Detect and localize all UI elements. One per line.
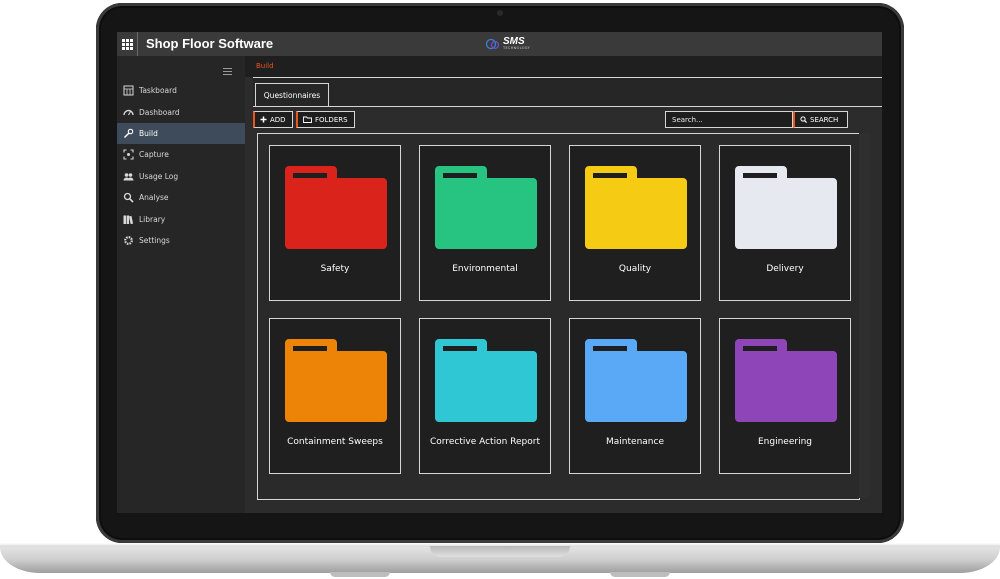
scrollbar[interactable]: [859, 133, 869, 498]
folder-label: Engineering: [758, 437, 812, 447]
folder-icon: [585, 166, 687, 249]
folder-tile-quality[interactable]: Quality: [569, 145, 701, 301]
folder-label: Corrective Action Report: [430, 437, 540, 447]
logo-tagline: TECHNOLOGY: [503, 46, 531, 51]
folder-tile-engineering[interactable]: Engineering: [719, 318, 851, 474]
folder-icon: [303, 116, 312, 123]
sidebar-nav: Taskboard Dashboard Build Capture Usage …: [117, 80, 245, 251]
top-bar: Shop Floor Software SMS TECHNOLOGY: [117, 32, 882, 56]
sidebar-item-library[interactable]: Library: [117, 208, 245, 229]
folder-tile-maintenance[interactable]: Maintenance: [569, 318, 701, 474]
company-logo: SMS TECHNOLOGY: [485, 34, 530, 54]
magnifier-icon: [123, 192, 134, 203]
sidebar: Taskboard Dashboard Build Capture Usage …: [117, 56, 245, 513]
sidebar-item-label: Library: [139, 214, 166, 224]
menu-toggle-icon[interactable]: [223, 68, 232, 77]
breadcrumb: Build: [245, 56, 882, 77]
sidebar-item-label: Dashboard: [139, 107, 180, 117]
toolbar: ADD FOLDERS SEARCH: [253, 109, 882, 131]
library-icon: [123, 214, 134, 225]
folder-tile-corrective-action-report[interactable]: Corrective Action Report: [419, 318, 551, 474]
add-button[interactable]: ADD: [253, 111, 293, 128]
folder-icon: [435, 166, 537, 249]
folder-tile-safety[interactable]: Safety: [269, 145, 401, 301]
folder-icon: [435, 339, 537, 422]
screen: Shop Floor Software SMS TECHNOLOGY Taskb…: [117, 32, 882, 513]
folders-button[interactable]: FOLDERS: [296, 111, 355, 128]
app-grid-button[interactable]: [117, 32, 138, 56]
folder-shape: [435, 339, 537, 422]
sidebar-item-taskboard[interactable]: Taskboard: [117, 80, 245, 101]
laptop-foot: [330, 572, 390, 577]
folder-grid: Safety Environmental Quality Delivery Co…: [257, 133, 860, 500]
folder-shape: [285, 166, 387, 249]
sidebar-item-label: Build: [139, 128, 158, 138]
folder-icon: [735, 339, 837, 422]
dashboard-icon: [123, 107, 134, 118]
add-button-label: ADD: [270, 115, 286, 124]
folder-label: Containment Sweeps: [287, 437, 383, 447]
folder-tile-environmental[interactable]: Environmental: [419, 145, 551, 301]
folder-shape: [735, 339, 837, 422]
wrench-icon: [123, 128, 134, 139]
search-icon: [800, 116, 807, 123]
breadcrumb-current[interactable]: Build: [256, 62, 274, 70]
folder-icon: [735, 166, 837, 249]
folder-tile-delivery[interactable]: Delivery: [719, 145, 851, 301]
sidebar-item-dashboard[interactable]: Dashboard: [117, 101, 245, 122]
sidebar-item-label: Capture: [139, 150, 169, 160]
sidebar-item-usage-log[interactable]: Usage Log: [117, 166, 245, 187]
folder-shape: [285, 339, 387, 422]
grid-icon: [121, 38, 133, 50]
folder-label: Safety: [320, 264, 350, 274]
folder-label: Quality: [618, 264, 652, 274]
search-input[interactable]: [665, 111, 793, 128]
folder-shape: [435, 166, 537, 249]
tab-strip: Questionnaires: [253, 77, 882, 107]
folder-label: Environmental: [452, 264, 518, 274]
sidebar-item-label: Settings: [139, 235, 170, 245]
search-button[interactable]: SEARCH: [793, 111, 848, 128]
sidebar-item-label: Analyse: [139, 193, 169, 203]
sidebar-item-build[interactable]: Build: [117, 122, 245, 145]
tab-questionnaires[interactable]: Questionnaires: [255, 83, 329, 106]
camera: [497, 10, 503, 16]
folder-icon: [285, 339, 387, 422]
sidebar-item-settings[interactable]: Settings: [117, 230, 245, 251]
sidebar-item-analyse[interactable]: Analyse: [117, 187, 245, 208]
folder-tile-containment-sweeps[interactable]: Containment Sweeps: [269, 318, 401, 474]
folder-shape: [585, 339, 687, 422]
folder-label: Maintenance: [606, 437, 664, 447]
main-panel: Questionnaires ADD FOLDERS SEARCH Safety: [245, 77, 882, 513]
taskboard-icon: [123, 85, 134, 96]
folder-shape: [585, 166, 687, 249]
logo-mark-icon: [485, 38, 500, 50]
folder-icon: [285, 166, 387, 249]
laptop-foot: [610, 572, 670, 577]
folder-label: Delivery: [766, 264, 804, 274]
plus-icon: [260, 116, 267, 123]
search-button-label: SEARCH: [810, 115, 839, 124]
sidebar-item-label: Taskboard: [139, 86, 177, 96]
users-icon: [123, 171, 134, 182]
sidebar-item-capture[interactable]: Capture: [117, 144, 245, 165]
folders-button-label: FOLDERS: [315, 115, 348, 124]
laptop-notch: [430, 546, 570, 557]
gear-icon: [123, 235, 134, 246]
sidebar-item-label: Usage Log: [139, 171, 179, 181]
app-title: Shop Floor Software: [146, 36, 274, 51]
folder-shape: [735, 166, 837, 249]
folder-icon: [585, 339, 687, 422]
capture-icon: [123, 149, 134, 160]
